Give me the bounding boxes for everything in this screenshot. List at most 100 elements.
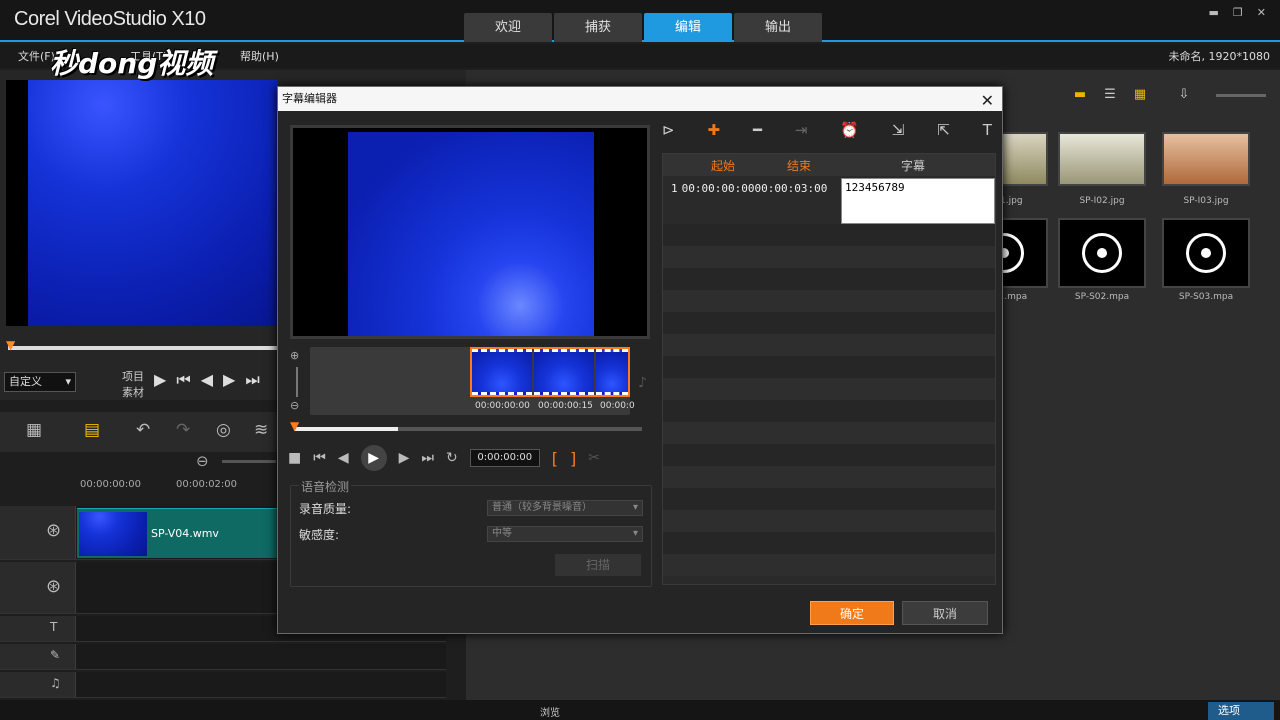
preview-scrubber[interactable]: [8, 346, 278, 350]
play-icon[interactable]: ▶: [360, 445, 387, 471]
sound-mixer-icon[interactable]: ≋: [254, 420, 268, 440]
audio-waveform-icon[interactable]: ♪: [638, 375, 647, 391]
repeat-icon[interactable]: ↻: [446, 450, 458, 466]
thumbnail-size-slider[interactable]: [1216, 94, 1266, 97]
play-selected-icon[interactable]: ⊳: [662, 121, 675, 143]
stop-icon[interactable]: ■: [288, 450, 301, 466]
menu-help[interactable]: 帮助(H): [240, 48, 279, 64]
tab-share[interactable]: 输出: [734, 13, 822, 42]
clip-filmstrip[interactable]: 00:00:00:00 00:00:00:15 00:00:0: [310, 347, 635, 415]
zoom-slider[interactable]: [296, 367, 298, 397]
subtitle-row[interactable]: 1 00:00:00:0000:00:03:00: [665, 178, 839, 200]
zoom-out-icon[interactable]: ⊖: [290, 399, 299, 412]
tab-capture[interactable]: 捕获: [554, 13, 642, 42]
sort-icon[interactable]: ⇩: [1174, 86, 1194, 104]
status-bar: [0, 700, 1280, 720]
timeline-ruler[interactable]: 00:00:00:00 00:00:02:00: [76, 476, 276, 498]
window-controls: ▬ ❐ ✕: [1209, 6, 1267, 19]
mark-out-icon[interactable]: ]: [570, 449, 576, 468]
restore-icon[interactable]: ❐: [1233, 6, 1243, 19]
video-clip[interactable]: SP-V04.wmv: [77, 508, 277, 558]
play-icon[interactable]: ▶: [154, 370, 166, 390]
subtitle-table-header: 起始 结束 字幕: [663, 154, 995, 176]
sensitivity-select[interactable]: 中等 ▾: [487, 526, 643, 542]
options-button[interactable]: 选项: [1208, 702, 1274, 720]
title-track-header: T: [0, 616, 76, 641]
watermark-logo: 秒dong视频: [50, 47, 214, 80]
close-icon[interactable]: ✕: [1257, 6, 1266, 19]
home-icon[interactable]: ⏮: [313, 450, 326, 466]
row-start[interactable]: 00:00:00:00: [682, 182, 755, 195]
library-thumb-3[interactable]: [1162, 132, 1250, 186]
scan-button[interactable]: 扫描: [555, 554, 641, 576]
preset-select[interactable]: 自定义 ▾: [4, 372, 76, 392]
tab-edit[interactable]: 编辑: [644, 13, 732, 42]
end-icon[interactable]: ⏭: [245, 370, 259, 390]
close-icon[interactable]: ✕: [981, 89, 994, 113]
mode-clip[interactable]: 素材: [122, 384, 144, 400]
quality-label: 录音质量:: [299, 502, 352, 516]
scrubber-handle-icon[interactable]: ▼: [290, 419, 299, 433]
row-end[interactable]: 00:00:03:00: [754, 182, 827, 195]
film-reel-icon: ⊛: [46, 576, 62, 597]
next-frame-icon[interactable]: ▶: [399, 450, 410, 466]
zoom-slider[interactable]: [222, 460, 276, 463]
subtitle-table: 起始 结束 字幕 1 00:00:00:0000:00:03:00 1234567…: [662, 153, 996, 585]
mode-project[interactable]: 项目: [122, 368, 144, 384]
library-thumb-5[interactable]: [1058, 218, 1146, 288]
end-icon[interactable]: ⏭: [421, 450, 434, 466]
quality-select[interactable]: 普通（较多背景噪音） ▾: [487, 500, 643, 516]
prev-frame-icon[interactable]: ◀: [338, 450, 349, 466]
film-reel-icon: ⊛: [46, 520, 62, 541]
zoom-in-icon[interactable]: ⊕: [290, 349, 299, 362]
filmstrip-time-2: 00:00:00:15: [538, 401, 593, 411]
home-icon[interactable]: ⏮: [176, 370, 190, 390]
dialog-title: 字幕编辑器: [282, 92, 337, 105]
timecode-field[interactable]: 0:00:00:00: [469, 449, 540, 467]
ok-button[interactable]: 确定: [810, 601, 894, 625]
sensitivity-select-value: 中等: [492, 528, 512, 539]
undo-icon[interactable]: ↶: [136, 420, 150, 440]
subtitle-toolbar: ⊳ ✚ ━ ⇥ ⏰ ⇲ ⇱ T: [662, 121, 992, 143]
export-subtitle-icon[interactable]: ⇱: [937, 121, 950, 143]
subtitle-text-input[interactable]: 123456789: [841, 178, 995, 224]
time-offset-icon[interactable]: ⏰: [840, 121, 859, 143]
tab-welcome[interactable]: 欢迎: [464, 13, 552, 42]
split-icon[interactable]: ✂: [588, 450, 600, 466]
library-thumb-6[interactable]: [1162, 218, 1250, 288]
thumbnail-view-icon[interactable]: ▬: [1070, 86, 1090, 104]
text-options-icon[interactable]: T: [983, 121, 992, 143]
table-stripe: [663, 510, 995, 532]
timeline-view-icon[interactable]: ▤: [84, 420, 100, 440]
col-start: 起始: [711, 159, 736, 173]
mark-in-icon[interactable]: [: [552, 449, 558, 468]
merge-subtitle-icon[interactable]: ⇥: [795, 121, 808, 143]
scrubber-handle-icon[interactable]: ▼: [6, 338, 15, 352]
zoom-out-icon[interactable]: ⊖: [196, 452, 209, 470]
ruler-time-start: 00:00:00:00: [80, 479, 142, 490]
grid-view-icon[interactable]: ▦: [1130, 86, 1150, 104]
dialog-playback-controls: ■ ⏮ ◀ ▶ ▶ ⏭ ↻ 0:00:00:00 [ ] ✂: [288, 445, 600, 471]
col-end: 结束: [787, 159, 812, 173]
filmstrip-selection[interactable]: [470, 347, 630, 397]
library-thumb-2[interactable]: [1058, 132, 1146, 186]
list-view-icon[interactable]: ☰: [1100, 86, 1120, 104]
cancel-button[interactable]: 取消: [902, 601, 988, 625]
redo-icon[interactable]: ↷: [176, 420, 190, 440]
add-subtitle-icon[interactable]: ✚: [707, 121, 720, 143]
dialog-scrubber[interactable]: [294, 427, 642, 431]
import-subtitle-icon[interactable]: ⇲: [892, 121, 905, 143]
overlay-track-header: ⊛: [0, 562, 76, 613]
browse-button[interactable]: 浏览: [540, 704, 560, 719]
main-tabs: 欢迎 捕获 编辑 输出: [464, 13, 824, 42]
minimize-icon[interactable]: ▬: [1209, 6, 1219, 19]
storyboard-view-icon[interactable]: ▦: [26, 420, 42, 440]
remove-subtitle-icon[interactable]: ━: [753, 121, 762, 143]
table-stripe: [663, 268, 995, 290]
table-stripe: [663, 554, 995, 576]
next-frame-icon[interactable]: ▶: [223, 370, 235, 390]
prev-frame-icon[interactable]: ◀: [201, 370, 213, 390]
title-bar: Corel VideoStudio X10 欢迎 捕获 编辑 输出 ▬ ❐ ✕: [0, 0, 1280, 42]
voice-track-header: ✎: [0, 644, 76, 669]
record-capture-icon[interactable]: ◎: [216, 420, 231, 440]
